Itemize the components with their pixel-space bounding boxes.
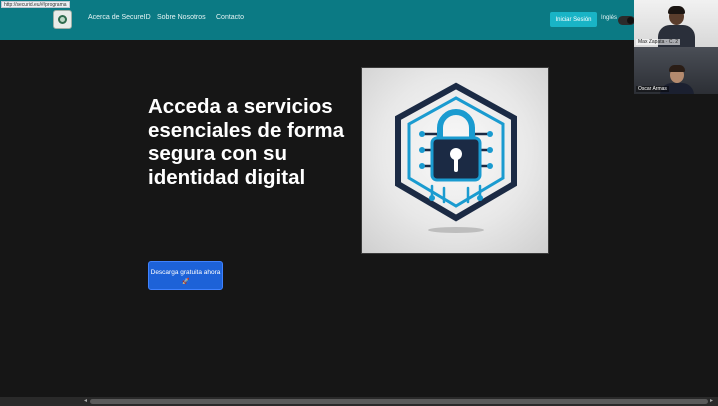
top-navbar: Acerca de SecureID Sobre Nosotros Contac… <box>0 0 718 40</box>
video-tile-participant-2: Oscar Armas <box>634 47 718 94</box>
login-button[interactable]: Iniciar Sesión <box>550 12 597 27</box>
nav-link-about-secureid[interactable]: Acerca de SecureID <box>88 14 151 21</box>
padlock-circuit-icon <box>395 82 517 233</box>
nav-link-about-us[interactable]: Sobre Nosotros <box>157 14 206 21</box>
hero-title: Acceda a servicios esenciales de forma s… <box>148 95 344 189</box>
nav-link-contact[interactable]: Contacto <box>216 14 244 21</box>
scroll-left-icon[interactable]: ◂ <box>84 397 87 406</box>
status-url: http://securid.eu/#/programa <box>1 1 70 8</box>
language-toggle[interactable] <box>618 16 635 25</box>
language-label: Inglés <box>601 15 618 21</box>
horizontal-scrollbar[interactable] <box>90 399 708 404</box>
rocket-icon: 🚀 <box>182 279 190 285</box>
download-button-label: Descarga gratuita ahora <box>150 269 221 276</box>
scroll-right-icon[interactable]: ▸ <box>710 397 713 406</box>
hero-image <box>361 67 549 254</box>
participant-name: Max Zapata · C. 2 <box>636 39 681 45</box>
download-button[interactable]: Descarga gratuita ahora 🚀 <box>148 261 223 290</box>
participant-name: Oscar Armas <box>636 86 669 92</box>
logo-icon[interactable] <box>53 10 72 29</box>
video-tile-participant-1: Max Zapata · C. 2 <box>634 0 718 47</box>
